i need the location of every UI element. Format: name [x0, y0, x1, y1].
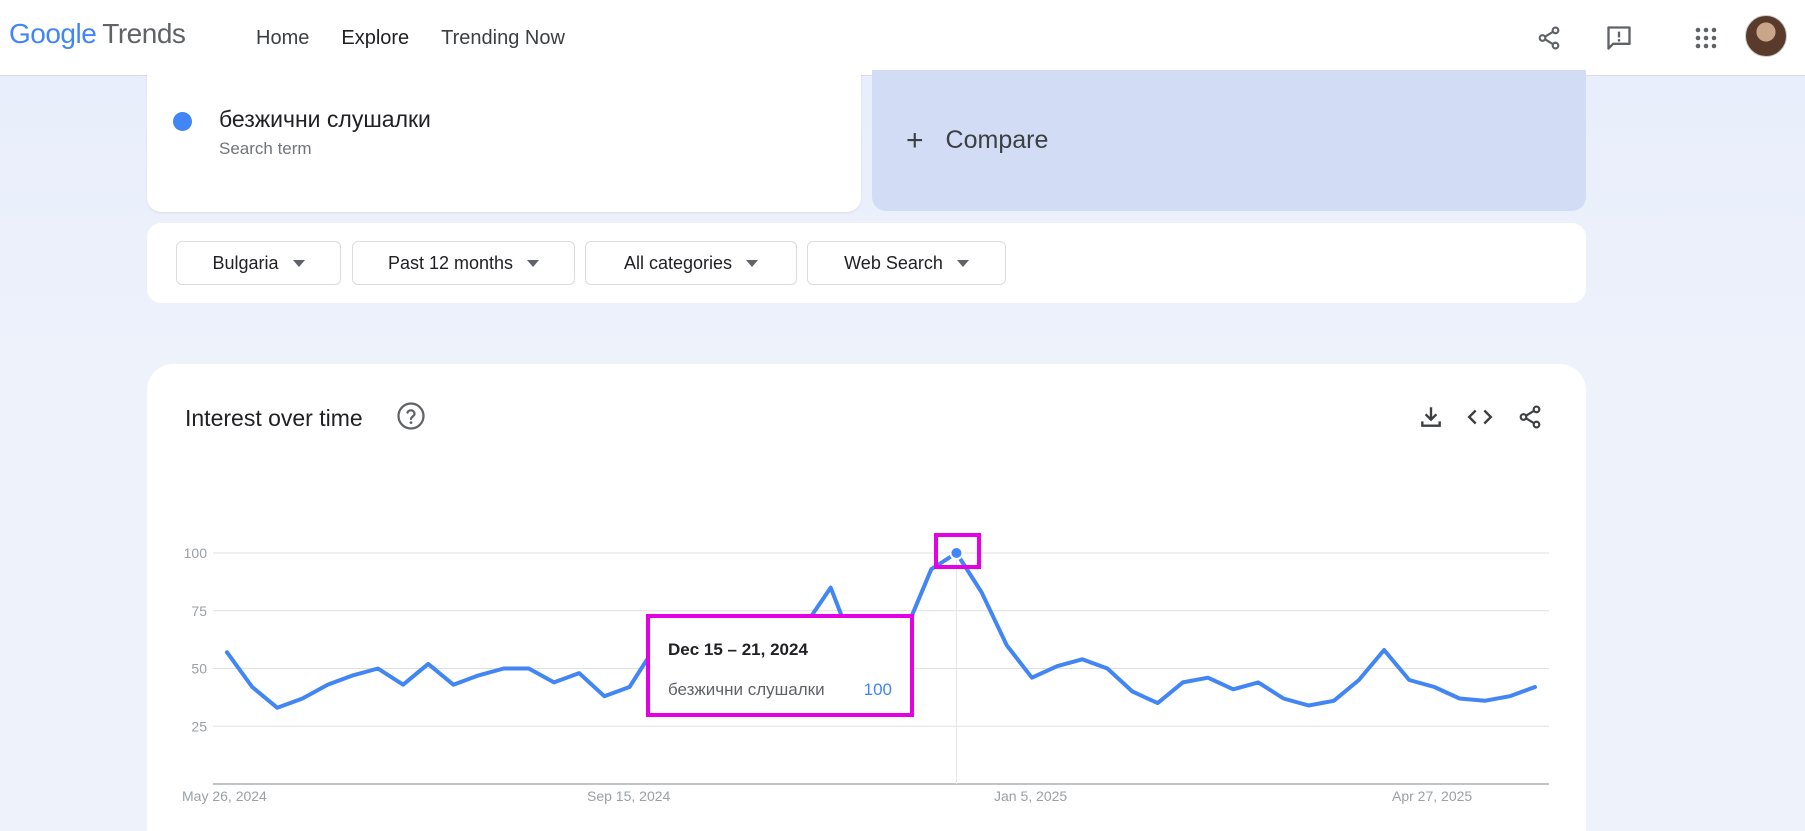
x-tick-label: Sep 15, 2024 — [587, 788, 671, 804]
tooltip-term: безжични слушалки — [668, 680, 825, 699]
tooltip-value: 100 — [863, 680, 892, 699]
y-tick-label: 75 — [191, 603, 207, 619]
y-tick-label: 25 — [191, 718, 207, 734]
x-tick-label: Apr 27, 2025 — [1392, 788, 1472, 804]
y-tick-label: 50 — [191, 661, 207, 677]
tooltip-date: Dec 15 – 21, 2024 — [668, 640, 808, 659]
x-tick-label: Jan 5, 2025 — [994, 788, 1067, 804]
chart-tooltip: Dec 15 – 21, 2024 безжични слушалки 100 — [646, 614, 914, 717]
x-tick-label: May 26, 2024 — [182, 788, 267, 804]
y-tick-label: 100 — [184, 545, 208, 561]
peak-highlight-box — [934, 533, 981, 569]
